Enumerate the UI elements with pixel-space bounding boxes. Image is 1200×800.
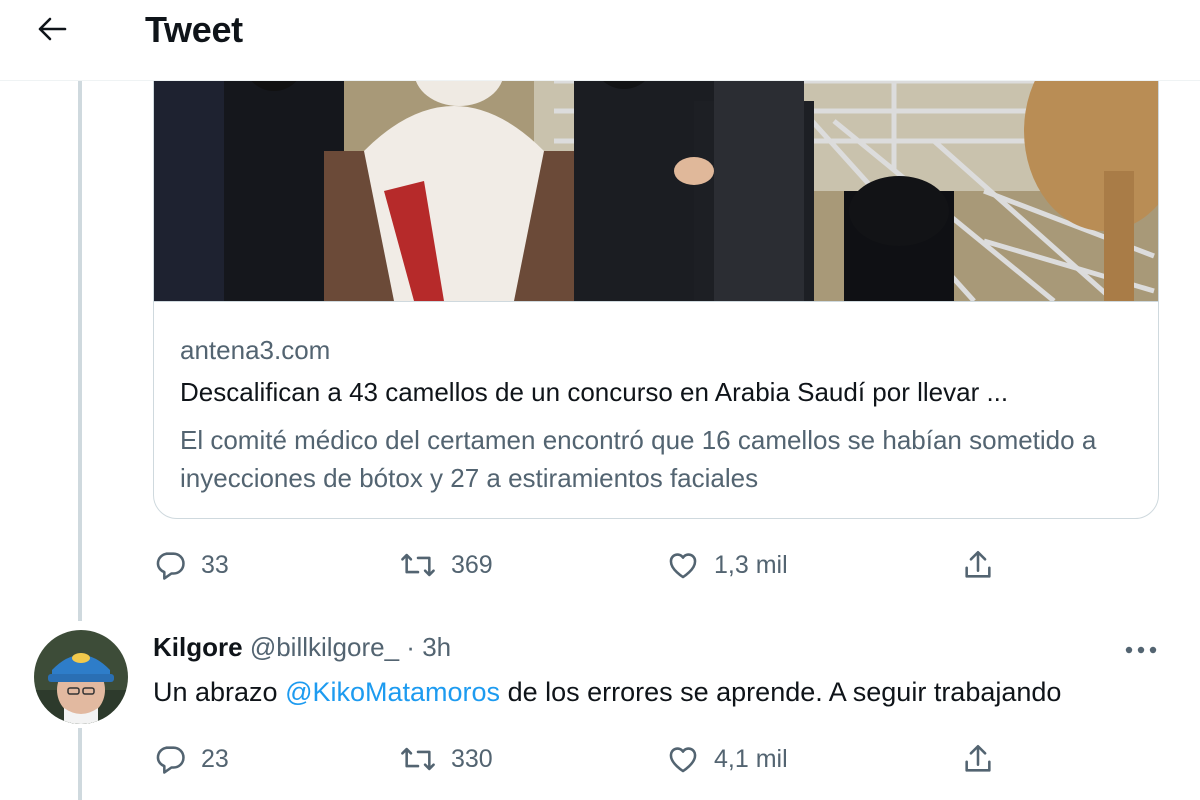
- share-icon: [965, 744, 991, 772]
- like-button[interactable]: 1,3 mil: [666, 543, 788, 587]
- more-dots-icon: [1125, 646, 1157, 654]
- reply-text-before: Un abrazo: [153, 677, 286, 707]
- retweet-icon: [401, 747, 435, 771]
- like-count: 1,3 mil: [714, 550, 788, 579]
- reply-text: Un abrazo @KikoMatamoros de los errores …: [153, 677, 1061, 708]
- heart-icon: [669, 747, 697, 773]
- reply-header: Kilgore @billkilgore_ · 3h: [153, 632, 451, 663]
- reply-text-after: de los errores se aprende. A seguir trab…: [500, 677, 1062, 707]
- retweet-icon: [401, 553, 435, 577]
- share-button[interactable]: [961, 543, 995, 587]
- more-options-button[interactable]: [1118, 636, 1164, 664]
- reply-actions: 23 330 4,1 mil: [153, 737, 1013, 781]
- retweet-count: 330: [451, 744, 493, 773]
- reply-count: 33: [201, 550, 229, 579]
- link-card[interactable]: antena3.com Descalifican a 43 camellos d…: [153, 40, 1159, 519]
- avatar-image: [34, 630, 128, 724]
- author-handle[interactable]: @billkilgore_: [250, 632, 399, 662]
- tweet-actions: 33 369 1,3 mil: [153, 543, 1013, 587]
- page-header: Tweet: [0, 0, 1200, 81]
- retweet-button[interactable]: 330: [399, 737, 493, 781]
- card-domain: antena3.com: [180, 335, 331, 365]
- reply-count: 23: [201, 744, 229, 773]
- share-button[interactable]: [961, 737, 995, 781]
- mention-link[interactable]: @KikoMatamoros: [285, 677, 500, 707]
- retweet-count: 369: [451, 550, 493, 579]
- author-name[interactable]: Kilgore: [153, 632, 243, 662]
- like-button[interactable]: 4,1 mil: [666, 737, 788, 781]
- heart-icon: [669, 553, 697, 579]
- thread-line-top: [78, 81, 82, 621]
- tweet-time[interactable]: 3h: [422, 632, 451, 662]
- back-button[interactable]: [26, 6, 78, 52]
- meta-separator: ·: [406, 632, 415, 662]
- retweet-button[interactable]: 369: [399, 543, 493, 587]
- reply-button[interactable]: 33: [153, 543, 229, 587]
- tweet-page: Tweet antena3.com Descalifican a 43 came…: [0, 0, 1200, 800]
- avatar[interactable]: [34, 630, 128, 724]
- share-icon: [965, 550, 991, 578]
- like-count: 4,1 mil: [714, 744, 788, 773]
- reply-icon: [156, 552, 185, 580]
- card-divider: [154, 301, 1158, 302]
- reply-button[interactable]: 23: [153, 737, 229, 781]
- reply-icon: [156, 746, 185, 774]
- card-title: Descalifican a 43 camellos de un concurs…: [180, 377, 1009, 407]
- arrow-left-icon: [38, 17, 67, 41]
- page-title: Tweet: [145, 9, 243, 50]
- thread-line-bottom: [78, 728, 82, 800]
- card-description: El comité médico del certamen encontró q…: [180, 425, 1097, 493]
